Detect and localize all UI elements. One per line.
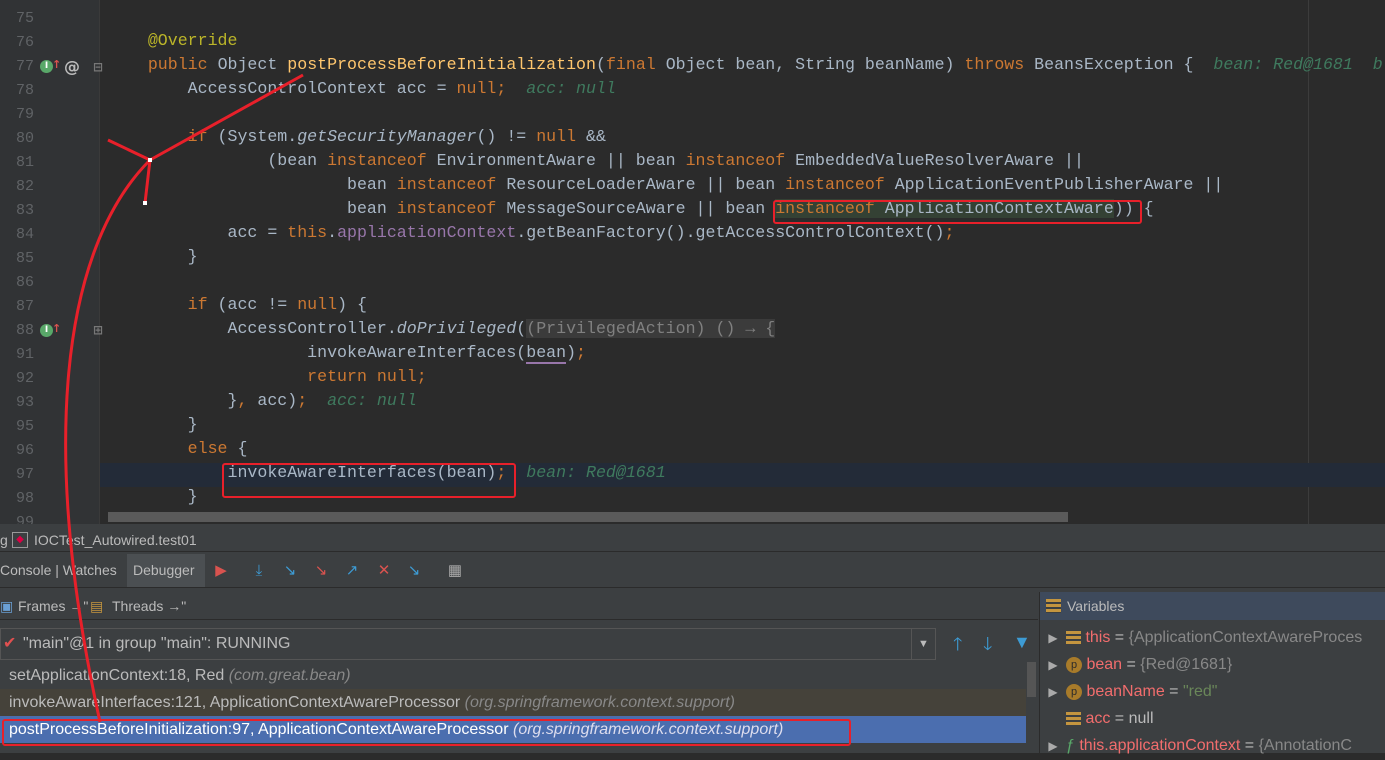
annotation-handle [143, 201, 147, 205]
highlight-box-applicationcontextaware [773, 200, 1142, 224]
annotation-overlay [64, 73, 304, 723]
annotation-handle [148, 158, 152, 162]
highlight-box-invoke-call [222, 463, 516, 498]
annotation-arrow-line [149, 73, 304, 162]
annotation-arrow-line [107, 138, 151, 162]
highlight-box-selected-frame [2, 719, 851, 746]
annotation-curve [64, 158, 152, 723]
